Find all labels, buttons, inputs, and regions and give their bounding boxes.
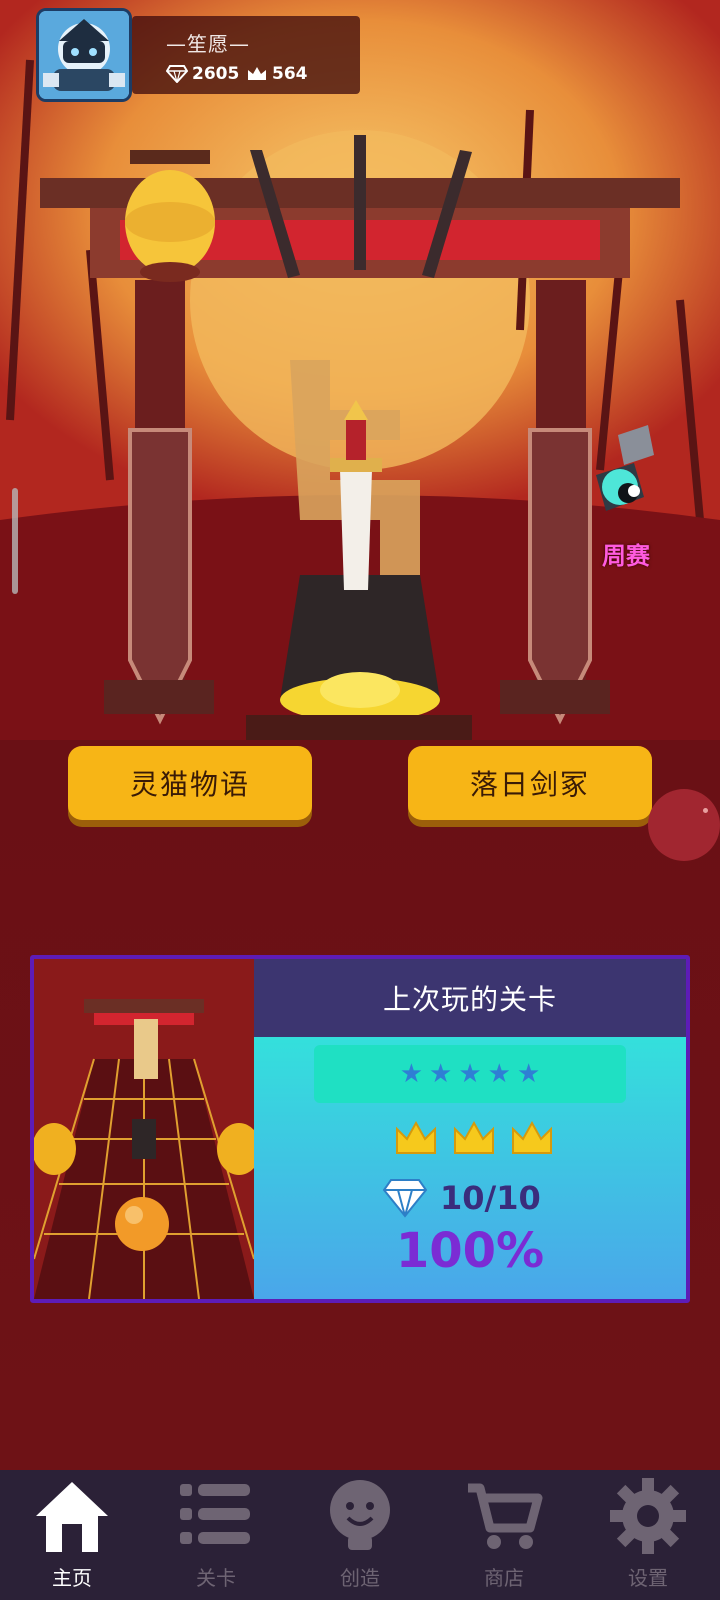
star-icon: ★ — [487, 1059, 511, 1089]
crown-icon — [248, 67, 266, 80]
home-icon — [36, 1482, 108, 1552]
diamond-value: 2605 — [192, 64, 240, 84]
level-thumbnail — [34, 959, 254, 1299]
sword-tomb-illustration — [0, 0, 720, 760]
difficulty-stars: ★ ★ ★ ★ ★ — [314, 1045, 626, 1103]
diamond-icon — [166, 65, 188, 83]
floating-assist-button[interactable] — [648, 789, 720, 861]
last-level-card[interactable]: 上次玩的关卡 ★ ★ ★ ★ ★ 10/10 100% — [30, 955, 690, 1303]
crown-value: 564 — [272, 64, 308, 84]
nav-label-shop: 商店 — [484, 1566, 524, 1590]
nav-label-home: 主页 — [52, 1566, 92, 1590]
completion-percent: 100% — [395, 1223, 545, 1279]
cart-icon — [468, 1483, 543, 1549]
player-name: —笙愿— — [166, 32, 250, 56]
star-icon: ★ — [516, 1059, 541, 1089]
player-profile[interactable]: —笙愿— 2605 564 — [36, 8, 360, 102]
last-level-stats: ★ ★ ★ ★ ★ 10/10 100% — [254, 1037, 686, 1299]
crown-icon — [396, 1120, 436, 1154]
nav-label-settings: 设置 — [628, 1566, 668, 1590]
gems-collected: 10/10 — [382, 1173, 541, 1223]
gems-value: 10/10 — [440, 1179, 541, 1217]
weekly-hammer-icon — [596, 425, 654, 511]
gear-icon — [610, 1478, 686, 1554]
nav-item-shop[interactable]: 商店 — [432, 1470, 576, 1600]
story-button-cat[interactable]: 灵猫物语 — [68, 746, 312, 820]
star-icon: ★ — [399, 1059, 424, 1089]
story-button-sword-tomb[interactable]: 落日剑冢 — [408, 746, 652, 820]
nav-item-home[interactable]: 主页 — [0, 1470, 144, 1600]
bottom-navigation: 主页 关卡 创造 商店 设置 — [0, 1470, 720, 1600]
crown-icon — [512, 1120, 552, 1154]
level-scene-background — [0, 0, 720, 760]
nav-item-levels[interactable]: 关卡 — [144, 1470, 288, 1600]
list-icon — [180, 1484, 250, 1544]
crown-icon — [454, 1120, 494, 1154]
nav-item-create[interactable]: 创造 — [288, 1470, 432, 1600]
weekly-event-label: 周赛 — [602, 542, 650, 570]
side-scroll-handle[interactable] — [12, 488, 18, 594]
avatar[interactable] — [36, 8, 132, 102]
diamond-count: 2605 — [166, 64, 239, 84]
level-preview-image — [34, 959, 254, 1299]
nav-label-create: 创造 — [340, 1566, 380, 1590]
star-icon: ★ — [429, 1059, 453, 1089]
robot-avatar-icon — [39, 11, 129, 99]
diamond-icon — [382, 1179, 428, 1218]
crown-count: 564 — [246, 64, 308, 84]
idea-bulb-icon — [330, 1480, 390, 1550]
nav-item-settings[interactable]: 设置 — [576, 1470, 720, 1600]
crowns-earned — [394, 1119, 554, 1163]
floating-button-dot — [703, 808, 708, 813]
star-icon: ★ — [458, 1059, 482, 1089]
nav-label-levels: 关卡 — [196, 1566, 236, 1590]
last-level-title: 上次玩的关卡 — [254, 959, 686, 1037]
